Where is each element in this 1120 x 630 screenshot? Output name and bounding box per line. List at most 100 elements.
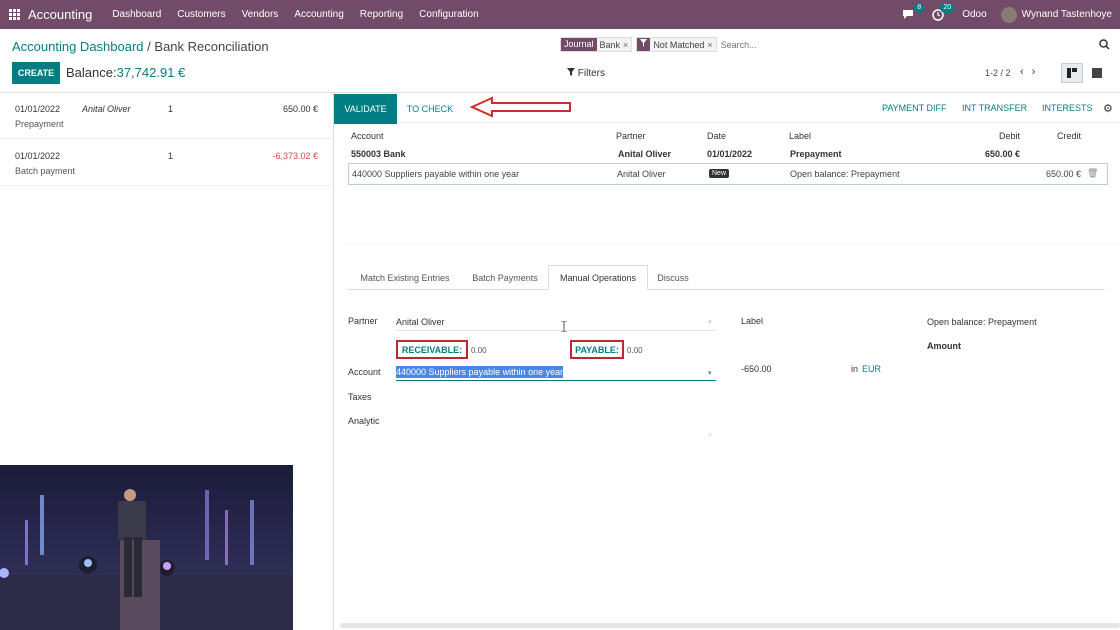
search-bar: Journal Bank × Not Matched × [560,37,841,52]
divider [346,243,1120,244]
partner-field-underline [396,330,716,331]
chevron-left-icon[interactable]: ‹ [1020,66,1032,78]
currency-prefix: in [851,364,859,374]
account-dropdown-icon[interactable]: ▾ [708,369,712,377]
statement-description: Prepayment [15,119,64,129]
statement-count: 1 [168,151,174,161]
app-name[interactable]: Accounting [28,7,92,22]
menu-reporting[interactable]: Reporting [360,9,403,20]
menu-vendors[interactable]: Vendors [242,9,279,20]
row2-partner: Anital Oliver [617,169,666,179]
int-transfer-button[interactable]: INT TRANSFER [962,103,1027,113]
to-check-button[interactable]: TO CHECK [400,94,460,124]
top-navbar: Accounting Dashboard Customers Vendors A… [0,0,1120,29]
amount-label: Amount [927,341,961,351]
breadcrumb-parent[interactable]: Accounting Dashboard [12,39,144,54]
facet-journal-value: Bank [599,39,621,50]
activities-button[interactable]: 20 [932,2,955,21]
presenter-video-overlay [0,465,293,630]
row1-account: 550003 Bank [351,149,406,159]
payable-value: 0.00 [627,346,643,355]
messages-button[interactable]: 8 [902,3,925,20]
create-button[interactable]: CREATE [12,62,60,84]
statement-count: 1 [168,104,174,114]
funnel-icon [567,68,575,76]
messages-badge: 8 [914,3,925,13]
annotation-arrow-icon [470,96,571,118]
user-menu[interactable]: Wynand Tastenhoye [1022,9,1112,20]
row2-label: Open balance: Prepayment [790,169,900,179]
column-credit: Credit [1057,131,1082,141]
taxes-label: Taxes [348,392,372,402]
tab-batch-payments[interactable]: Batch Payments [462,265,548,290]
facet-not-matched: Not Matched × [636,37,717,52]
interests-button[interactable]: INTERESTS [1042,103,1093,113]
statement-line[interactable]: 01/01/2022 Anital Oliver 1 650.00 € Prep… [0,93,334,139]
stage-picture [0,489,293,630]
text-cursor-icon [561,321,567,332]
company-switcher[interactable]: Odoo [962,9,986,20]
tab-manual-operations[interactable]: Manual Operations [548,265,648,290]
analytic-dropdown-icon[interactable]: ▾ [708,431,712,439]
user-avatar[interactable] [1000,6,1017,23]
menu-dashboard[interactable]: Dashboard [112,9,161,20]
validate-button[interactable]: VALIDATE [334,94,397,124]
statement-line[interactable]: 01/01/2022 1 -6,373.02 € Batch payment [0,140,334,186]
facet-not-matched-remove-icon[interactable]: × [707,40,715,50]
payment-diff-button[interactable]: PAYMENT DIFF [882,103,947,113]
list-view-button[interactable] [1086,63,1108,83]
filters-dropdown[interactable]: Filters [567,68,605,79]
partner-field[interactable]: Anital Oliver [396,317,445,327]
tab-match-existing[interactable]: Match Existing Entries [349,265,461,290]
balance-value: 37,742.91 € [116,65,186,80]
filters-label: Filters [577,68,606,79]
apps-menu-icon[interactable] [9,8,21,21]
amount-field[interactable]: -650.00 [741,364,772,374]
currency-field[interactable]: EUR [862,364,881,374]
list-view-icon [1092,68,1102,78]
main-menu: Dashboard Customers Vendors Accounting R… [104,9,486,20]
receivable-label: RECEIVABLE: [396,340,468,359]
trash-icon[interactable]: 🗑 [1087,168,1098,179]
horizontal-scrollbar[interactable] [340,623,1120,628]
search-input[interactable] [720,39,841,50]
partner-dropdown-icon[interactable]: ▾ [708,318,712,326]
statement-date: 01/01/2022 [15,151,61,161]
facet-journal: Journal Bank × [560,37,633,52]
tab-discuss[interactable]: Discuss [648,265,698,290]
statement-amount: 650.00 € [282,104,318,114]
menu-accounting[interactable]: Accounting [294,9,343,20]
payable-label: PAYABLE: [570,340,624,359]
account-field[interactable]: 440000 Suppliers payable within one year [396,366,564,378]
label-field[interactable]: Open balance: Prepayment [927,317,1037,327]
statement-description: Batch payment [15,166,76,176]
label-label: Label [741,316,764,326]
gear-icon[interactable]: ⚙ [1103,102,1113,115]
account-field-underline [396,380,716,381]
statement-partner: Anital Oliver [82,104,131,114]
breadcrumb-current: Bank Reconciliation [154,39,269,54]
filter-icon [637,38,651,51]
row1-label: Prepayment [790,149,842,159]
column-partner: Partner [616,131,646,141]
menu-configuration[interactable]: Configuration [419,9,478,20]
breadcrumb-separator: / [147,39,151,54]
new-badge: New [709,169,730,178]
search-icon[interactable] [1099,39,1110,53]
facet-journal-remove-icon[interactable]: × [623,40,631,50]
chat-icon [903,10,914,19]
column-debit: Debit [999,131,1021,141]
balance: Balance:37,742.91 € [66,65,185,80]
chevron-right-icon[interactable]: › [1032,66,1044,78]
column-account: Account [351,131,384,141]
pager-value[interactable]: 1-2 / 2 [985,68,1011,78]
row1-date: 01/01/2022 [707,149,753,159]
balance-label: Balance: [66,65,117,80]
kanban-view-button[interactable] [1061,63,1083,83]
column-label: Label [789,131,812,141]
account-label: Account [348,367,381,377]
column-date: Date [707,131,727,141]
menu-customers[interactable]: Customers [177,9,225,20]
pager-nav: ‹› [1020,66,1043,78]
facet-journal-key: Journal [561,38,597,51]
